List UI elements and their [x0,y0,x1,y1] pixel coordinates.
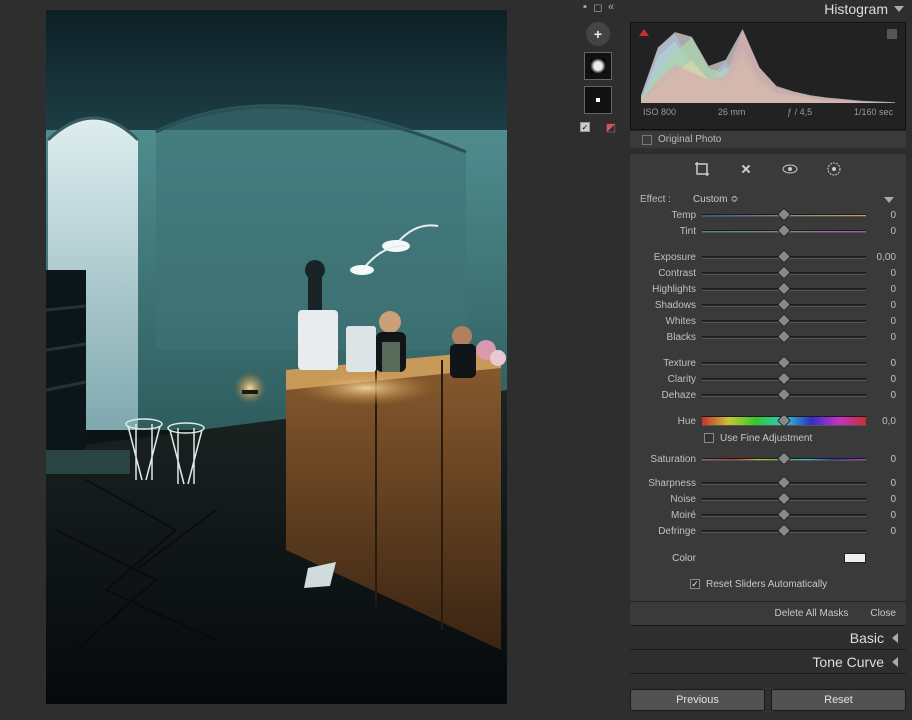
section-extra[interactable] [630,673,906,683]
histogram-title: Histogram [824,1,888,17]
redeye-icon[interactable] [782,161,798,177]
local-tools-bar [630,154,906,184]
slider-tint[interactable]: Tint0 [640,223,896,239]
histogram-chart[interactable]: ISO 800 26 mm ƒ / 4,5 1/160 sec [630,22,906,130]
slider-highlights[interactable]: Highlights0 [640,281,896,297]
highlight-clip-icon[interactable] [887,29,897,39]
crop-icon[interactable] [694,161,710,177]
chevron-down-icon [894,6,904,12]
slider-hue[interactable]: Hue0,0 [640,413,896,429]
use-fine-adjustment-row[interactable]: Use Fine Adjustment [640,429,896,447]
mask-thumb-1[interactable] [584,52,612,80]
slider-saturation[interactable]: Saturation0 [640,451,896,467]
slider-blacks[interactable]: Blacks0 [640,329,896,345]
mask-visibility-checkbox[interactable]: ✓ [580,122,590,132]
panel-sq-icon[interactable]: ◻ [593,2,603,12]
local-adjustments-panel: Effect : Custom ≎ Temp0 Tint0 Exposure0,… [630,184,906,601]
slider-exposure[interactable]: Exposure0,00 [640,249,896,265]
histogram-focal: 26 mm [718,107,746,117]
reset-sliders-auto-row[interactable]: ✓ Reset Sliders Automatically [640,575,896,593]
slider-noise[interactable]: Noise0 [640,491,896,507]
reset-auto-checkbox[interactable]: ✓ [690,579,700,589]
mask-footer: Delete All Masks Close [630,601,906,625]
slider-dehaze[interactable]: Dehaze0 [640,387,896,403]
slider-shadows[interactable]: Shadows0 [640,297,896,313]
effect-row[interactable]: Effect : Custom ≎ [640,190,896,207]
previous-button[interactable]: Previous [630,689,765,711]
effect-preset-popup[interactable]: Custom ≎ [693,194,739,205]
histogram-aperture: ƒ / 4,5 [787,107,812,117]
effect-label: Effect : [640,194,671,205]
histogram-panel-header[interactable]: Histogram [624,0,912,18]
color-swatch[interactable] [844,553,866,563]
original-photo-label: Original Photo [658,134,721,145]
slider-whites[interactable]: Whites0 [640,313,896,329]
radial-icon[interactable] [826,161,842,177]
section-basic[interactable]: Basic [630,625,906,649]
add-mask-button[interactable]: + [586,22,610,46]
slider-temp[interactable]: Temp0 [640,207,896,223]
slider-moire[interactable]: Moiré0 [640,507,896,523]
panel-collapse-icon[interactable]: « [606,2,616,12]
mask-toolstrip: ▪ ◻ « + ✓ ◩ [576,0,620,134]
reset-button[interactable]: Reset [771,689,906,711]
slider-defringe[interactable]: Defringe0 [640,523,896,539]
mask-thumb-2[interactable] [584,86,612,114]
slider-texture[interactable]: Texture0 [640,355,896,371]
delete-all-masks-button[interactable]: Delete All Masks [775,608,849,619]
close-button[interactable]: Close [870,608,896,619]
heal-icon[interactable] [738,161,754,177]
original-photo-checkbox[interactable] [642,135,652,145]
chevron-down-icon[interactable] [884,197,894,203]
use-fine-checkbox[interactable] [704,433,714,443]
original-photo-row[interactable]: Original Photo [630,130,906,148]
chevron-left-icon [892,657,898,667]
slider-contrast[interactable]: Contrast0 [640,265,896,281]
shadow-clip-icon[interactable] [639,29,649,36]
histogram-iso: ISO 800 [643,107,676,117]
section-tone-curve[interactable]: Tone Curve [630,649,906,673]
color-row[interactable]: Color [640,549,896,567]
mask-overlay-icon[interactable]: ◩ [606,122,616,132]
slider-sharpness[interactable]: Sharpness0 [640,475,896,491]
slider-clarity[interactable]: Clarity0 [640,371,896,387]
histogram-shutter: 1/160 sec [854,107,893,117]
photo-preview[interactable] [46,10,507,704]
chevron-left-icon [892,633,898,643]
panel-min-icon[interactable]: ▪ [580,2,590,12]
